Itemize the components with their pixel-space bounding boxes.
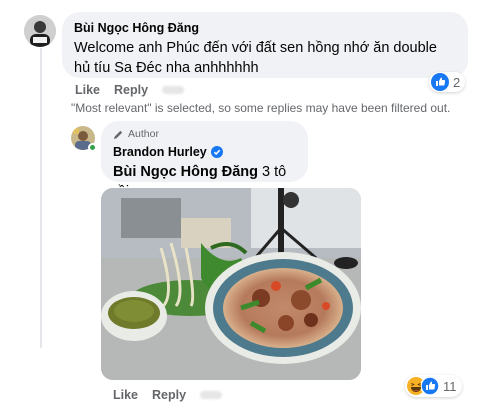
reply-reply-button[interactable]: Reply [152,388,186,402]
thread-line [40,48,42,348]
avatar[interactable] [24,15,56,47]
attached-photo[interactable] [101,188,361,380]
reaction-count: 2 [453,74,461,90]
reply-reaction-count: 11 [443,378,457,394]
reply-button[interactable]: Reply [114,83,148,97]
comment-bubble: Bùi Ngọc Hông Đăng Welcome anh Phúc đến … [62,12,468,78]
reaction-summary[interactable]: 2 [429,72,466,92]
author-badge-label: Author [128,128,159,140]
reply-author[interactable]: Brandon Hurley [113,144,296,160]
verified-icon [210,146,223,158]
reply-reaction-summary[interactable]: 11 [405,375,462,397]
comment-actions: Like Reply [75,83,185,97]
mention-link[interactable]: Bùi Ngọc Hông Đăng [113,164,258,180]
like-button[interactable]: Like [75,83,100,97]
like-icon [431,73,449,91]
reply-actions: Like Reply [113,388,223,402]
reply-author-name[interactable]: Brandon Hurley [113,145,207,159]
like-icon [421,377,439,395]
timestamp[interactable] [162,86,185,94]
comment-text: Welcome anh Phúc đến với đất sen hồng nh… [74,40,437,76]
reply-timestamp[interactable] [200,391,223,399]
filter-note: "Most relevant" is selected, so some rep… [71,101,451,115]
online-indicator [88,143,97,152]
reply-bubble: Author Brandon Hurley Bùi Ngọc Hông Đăng… [101,121,308,200]
author-badge: Author [113,126,296,142]
reply-like-button[interactable]: Like [113,388,138,402]
pen-icon [113,130,123,139]
comment-author[interactable]: Bùi Ngọc Hông Đăng [74,20,456,36]
